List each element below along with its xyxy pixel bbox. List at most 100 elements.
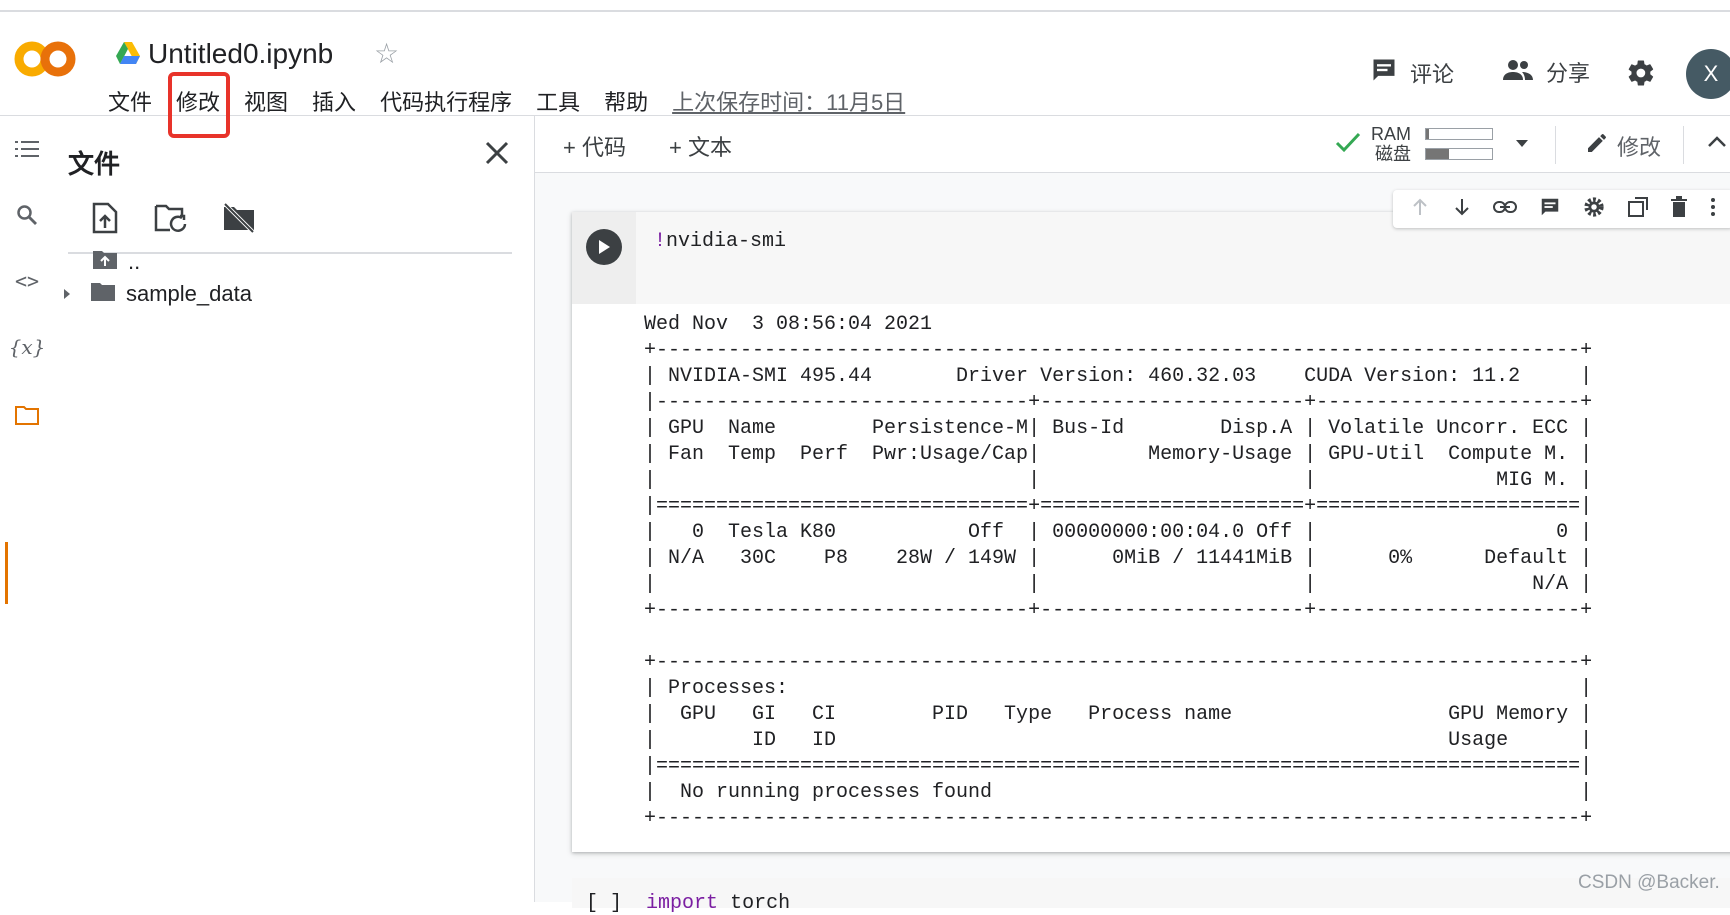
run-cell-button[interactable] — [586, 229, 622, 265]
output-line: | GPU Name Persistence-M| Bus-Id Disp.A … — [644, 417, 1593, 440]
table-of-contents-icon[interactable] — [14, 136, 40, 162]
add-text-button[interactable]: + 文本 — [669, 130, 732, 162]
expand-arrow-icon[interactable] — [60, 281, 74, 307]
add-code-button[interactable]: + 代码 — [563, 130, 626, 162]
star-icon[interactable]: ☆ — [374, 38, 399, 70]
shell-command: nvidia-smi — [666, 230, 787, 253]
people-icon — [1502, 58, 1534, 87]
move-down-icon[interactable] — [1452, 197, 1472, 222]
next-cell-code: [ ] import torch — [586, 892, 790, 915]
comment-icon — [1370, 56, 1398, 89]
output-line: | Processes: | — [644, 677, 1593, 700]
menu-file[interactable]: 文件 — [108, 88, 152, 118]
last-saved-link[interactable]: 上次保存时间：11月5日 — [672, 88, 905, 118]
import-keyword: import — [646, 892, 719, 915]
module-name: torch — [730, 892, 791, 915]
cell-settings-icon[interactable] — [1583, 196, 1605, 223]
more-options-icon[interactable] — [1710, 197, 1716, 222]
output-line: | ID ID Usage | — [644, 729, 1593, 752]
code-cell[interactable]: !nvidia-smi Wed Nov 3 08:56:04 2021 +----… — [572, 212, 1730, 852]
collapse-header-icon[interactable] — [1707, 134, 1727, 153]
disk-usage-fill — [1426, 149, 1450, 159]
cell-code: !nvidia-smi — [654, 230, 786, 253]
output-line: |-------------------------------+-------… — [644, 391, 1593, 414]
output-line: Wed Nov 3 08:56:04 2021 — [644, 313, 933, 336]
toolbar-separator — [1555, 126, 1556, 164]
runtime-dropdown-icon[interactable] — [1515, 135, 1529, 153]
folder-row-sample-data[interactable]: sample_data — [60, 280, 252, 308]
pencil-icon — [1585, 131, 1609, 161]
cell-prompt: [ ] — [586, 892, 623, 915]
cell-gutter — [572, 212, 636, 304]
share-label: 分享 — [1546, 61, 1591, 86]
output-line: | GPU GI CI PID Type Process name GPU Me… — [644, 703, 1593, 726]
comment-label: 评论 — [1410, 61, 1455, 87]
close-icon[interactable] — [484, 140, 510, 171]
menu-view[interactable]: 视图 — [244, 88, 288, 118]
upload-icon[interactable] — [90, 202, 120, 239]
variables-icon[interactable]: {x} — [9, 334, 46, 360]
parent-folder-row[interactable]: .. — [92, 248, 140, 276]
menu-tools[interactable]: 工具 — [536, 88, 580, 118]
cell-output: Wed Nov 3 08:56:04 2021 +----------------… — [644, 312, 1592, 832]
search-icon[interactable] — [14, 202, 40, 228]
notebook-title[interactable]: Untitled0.ipynb — [148, 36, 333, 72]
resource-bars — [1425, 128, 1493, 160]
shell-bang: ! — [654, 230, 667, 253]
files-panel: 文件 .. sample_data — [54, 116, 535, 902]
delete-icon[interactable] — [1670, 195, 1688, 223]
files-toolbar — [90, 202, 256, 239]
files-icon[interactable] — [14, 402, 40, 428]
mirror-cell-icon[interactable] — [1627, 196, 1649, 223]
left-icon-rail: <> {x} — [0, 116, 54, 902]
unmount-drive-icon[interactable] — [222, 202, 256, 239]
comment-icon[interactable] — [1539, 196, 1561, 223]
output-line: | No running processes found | — [644, 781, 1593, 804]
ram-usage-bar — [1425, 128, 1493, 140]
play-icon — [599, 240, 610, 254]
output-line: | NVIDIA-SMI 495.44 Driver Version: 460.… — [644, 365, 1593, 388]
comment-button[interactable]: 评论 — [1370, 56, 1454, 89]
output-line: +---------------------------------------… — [644, 807, 1593, 830]
settings-gear-icon[interactable] — [1626, 58, 1656, 93]
output-line: | Fan Temp Perf Pwr:Usage/Cap| Memory-Us… — [644, 443, 1593, 466]
output-line: | | | MIG M. | — [644, 469, 1593, 492]
account-avatar[interactable]: X — [1686, 49, 1730, 99]
menu-insert[interactable]: 插入 — [312, 88, 356, 118]
output-line: +---------------------------------------… — [644, 339, 1593, 362]
output-line: | 0 Tesla K80 Off | 00000000:00:04.0 Off… — [644, 521, 1593, 544]
resource-labels: RAM 磁盘 — [1371, 124, 1411, 164]
next-code-cell[interactable]: [ ] import torch — [572, 878, 1730, 915]
share-button[interactable]: 分享 — [1502, 56, 1590, 88]
colab-header: Untitled0.ipynb ☆ 文件 修改 视图 插入 代码执行程序 工具 … — [0, 12, 1730, 138]
google-drive-icon — [116, 42, 140, 69]
folder-label: sample_data — [126, 281, 252, 306]
output-line: | N/A 30C P8 28W / 149W | 0MiB / 11441Mi… — [644, 547, 1593, 570]
active-tab-indicator — [5, 542, 8, 604]
disk-usage-bar — [1425, 148, 1493, 160]
output-line: |===============================+=======… — [644, 495, 1593, 518]
menu-help[interactable]: 帮助 — [604, 88, 648, 118]
toolbar-separator — [1683, 126, 1684, 164]
runtime-status[interactable]: RAM 磁盘 — [1335, 124, 1529, 164]
folder-icon — [90, 280, 116, 308]
output-line: +---------------------------------------… — [644, 651, 1593, 674]
menu-edit[interactable]: 修改 — [168, 72, 231, 138]
menu-runtime[interactable]: 代码执行程序 — [380, 88, 512, 118]
link-icon[interactable] — [1493, 200, 1518, 219]
colab-logo[interactable] — [14, 40, 76, 83]
edit-button[interactable]: 修改 — [1585, 130, 1661, 162]
refresh-icon[interactable] — [154, 202, 188, 239]
code-snippets-icon[interactable]: <> — [14, 268, 40, 294]
folder-up-icon — [92, 248, 118, 276]
parent-folder-label: .. — [128, 249, 141, 274]
ram-label: RAM — [1371, 124, 1411, 144]
move-up-icon[interactable] — [1410, 197, 1430, 222]
disk-label: 磁盘 — [1375, 144, 1411, 164]
ram-usage-fill — [1426, 129, 1430, 139]
watermark: CSDN @Backer. — [1578, 872, 1720, 893]
menu-bar: 文件 修改 视图 插入 代码执行程序 工具 帮助 上次保存时间：11月5日 — [108, 72, 905, 138]
connected-check-icon — [1335, 131, 1361, 158]
edit-label: 修改 — [1617, 135, 1662, 160]
